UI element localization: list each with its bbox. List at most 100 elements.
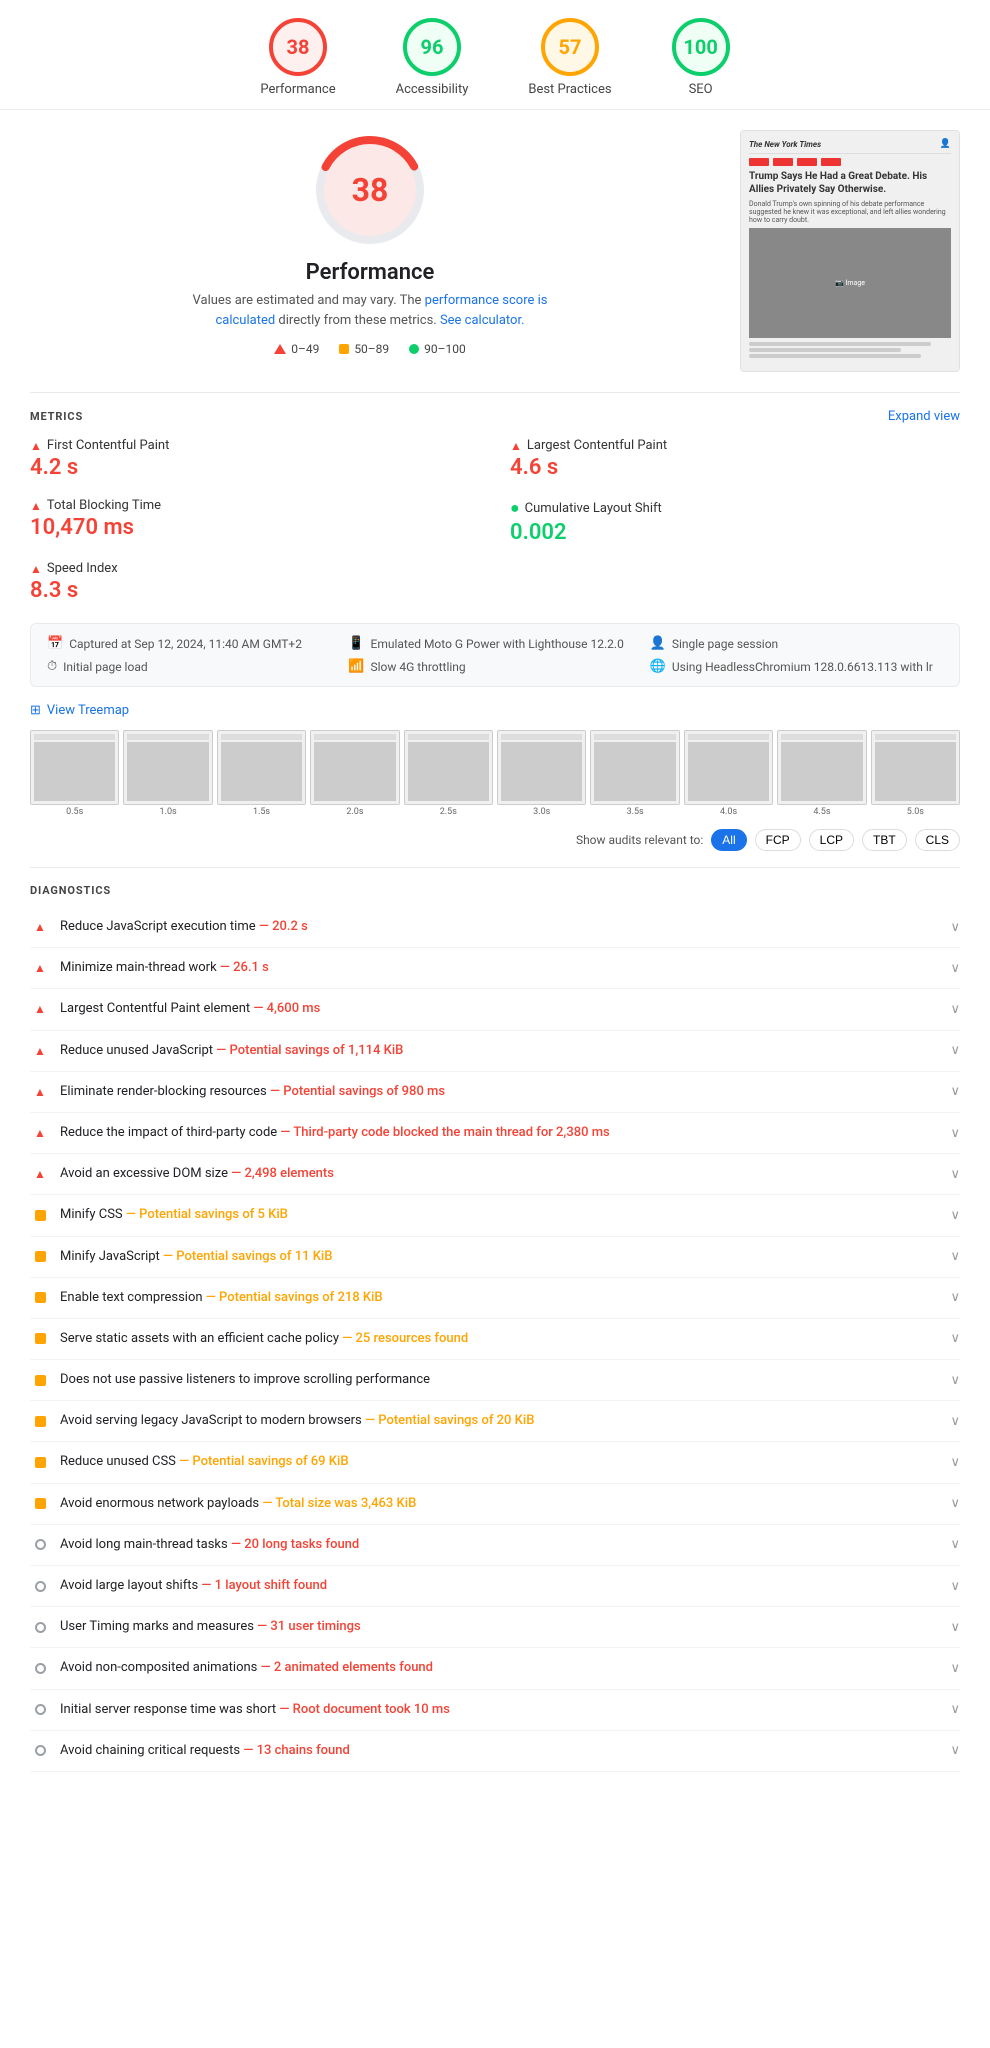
audit-item-18[interactable]: Avoid non-composited animations — 2 anim…	[30, 1648, 960, 1689]
expand-view-link[interactable]: Expand view	[888, 409, 960, 424]
metric-si-icon: ▲	[30, 562, 42, 576]
score-item-seo[interactable]: 100 SEO	[672, 18, 730, 97]
audit-icon-6: ▲	[34, 1167, 46, 1181]
perf-score-value: 38	[352, 171, 389, 209]
score-circle-accessibility: 96	[403, 18, 461, 76]
audit-item-6[interactable]: ▲ Avoid an excessive DOM size — 2,498 el…	[30, 1154, 960, 1195]
filmstrip-body-7	[688, 742, 769, 801]
info-bar: 📅 Captured at Sep 12, 2024, 11:40 AM GMT…	[30, 623, 960, 687]
audit-item-10[interactable]: Serve static assets with an efficient ca…	[30, 1319, 960, 1360]
metric-lcp: ▲ Largest Contentful Paint 4.6 s	[510, 438, 960, 480]
diagnostics-title: DIAGNOSTICS	[30, 884, 960, 897]
audit-item-9[interactable]: Enable text compression — Potential savi…	[30, 1278, 960, 1319]
audit-chevron-18: ∨	[950, 1661, 960, 1676]
audit-item-20[interactable]: Avoid chaining critical requests — 13 ch…	[30, 1731, 960, 1772]
audit-chevron-2: ∨	[950, 1002, 960, 1017]
audit-text-14: Avoid enormous network payloads — Total …	[60, 1495, 942, 1513]
audit-item-17[interactable]: User Timing marks and measures — 31 user…	[30, 1607, 960, 1648]
audit-item-5[interactable]: ▲ Reduce the impact of third-party code …	[30, 1113, 960, 1154]
view-treemap-link[interactable]: ⊞ View Treemap	[30, 703, 960, 718]
metric-lcp-name: ▲ Largest Contentful Paint	[510, 438, 960, 453]
mock-line-1	[749, 342, 931, 346]
audit-item-4[interactable]: ▲ Eliminate render-blocking resources — …	[30, 1072, 960, 1113]
performance-ring: 38	[310, 130, 430, 250]
score-circle-seo: 100	[672, 18, 730, 76]
audit-name-2: Largest Contentful Paint element	[60, 1001, 250, 1016]
audit-detail-3: — Potential savings of 1,114 KiB	[213, 1043, 403, 1058]
audit-icon-wrap-1: ▲	[30, 961, 50, 975]
info-browser: 🌐 Using HeadlessChromium 128.0.6613.113 …	[650, 659, 943, 674]
filter-btn-lcp[interactable]: LCP	[809, 829, 854, 851]
audit-icon-12	[35, 1416, 46, 1427]
audit-icon-5: ▲	[34, 1126, 46, 1140]
filmstrip-body-1	[127, 742, 208, 801]
audit-name-11: Does not use passive listeners to improv…	[60, 1372, 430, 1387]
filter-btn-all[interactable]: All	[711, 829, 746, 851]
filmstrip-time-1: 1.0s	[123, 807, 212, 817]
audit-item-1[interactable]: ▲ Minimize main-thread work — 26.1 s ∨	[30, 948, 960, 989]
audit-item-0[interactable]: ▲ Reduce JavaScript execution time — 20.…	[30, 907, 960, 948]
diagnostics-list: ▲ Reduce JavaScript execution time — 20.…	[30, 907, 960, 1772]
filmstrip-img-6	[590, 730, 679, 805]
audit-icon-wrap-15	[30, 1539, 50, 1550]
metric-fcp-icon: ▲	[30, 439, 42, 453]
audit-text-12: Avoid serving legacy JavaScript to moder…	[60, 1412, 942, 1430]
audit-chevron-0: ∨	[950, 920, 960, 935]
audit-item-7[interactable]: Minify CSS — Potential savings of 5 KiB …	[30, 1195, 960, 1236]
audit-item-3[interactable]: ▲ Reduce unused JavaScript — Potential s…	[30, 1031, 960, 1072]
filmstrip-body-8	[781, 742, 862, 801]
audit-item-15[interactable]: Avoid long main-thread tasks — 20 long t…	[30, 1525, 960, 1566]
audit-item-2[interactable]: ▲ Largest Contentful Paint element — 4,6…	[30, 989, 960, 1030]
filmstrip-time-0: 0.5s	[30, 807, 119, 817]
signal-icon: 📶	[348, 659, 364, 674]
audit-item-16[interactable]: Avoid large layout shifts — 1 layout shi…	[30, 1566, 960, 1607]
audit-item-13[interactable]: Reduce unused CSS — Potential savings of…	[30, 1442, 960, 1483]
audit-item-12[interactable]: Avoid serving legacy JavaScript to moder…	[30, 1401, 960, 1442]
score-label-best-practices: Best Practices	[528, 82, 611, 97]
audit-item-11[interactable]: Does not use passive listeners to improv…	[30, 1360, 960, 1401]
filter-btn-cls[interactable]: CLS	[915, 829, 960, 851]
score-label-seo: SEO	[689, 82, 713, 97]
filmstrip-header-4	[408, 734, 489, 740]
mock-nav	[749, 158, 951, 166]
calculator-link[interactable]: See calculator.	[440, 313, 525, 328]
audit-chevron-16: ∨	[950, 1579, 960, 1594]
filmstrip-frame-0: 0.5s	[30, 730, 119, 817]
score-circle-performance: 38	[269, 18, 327, 76]
audit-detail-18: — 2 animated elements found	[257, 1660, 433, 1675]
nyt-logo: The New York Times	[749, 140, 821, 149]
metric-lcp-value: 4.6 s	[510, 455, 960, 480]
filmstrip-img-8	[777, 730, 866, 805]
audit-item-19[interactable]: Initial server response time was short —…	[30, 1690, 960, 1731]
audit-icon-15	[35, 1539, 46, 1550]
audit-name-5: Reduce the impact of third-party code	[60, 1125, 277, 1140]
filter-btn-fcp[interactable]: FCP	[755, 829, 801, 851]
metrics-header: METRICS Expand view	[30, 409, 960, 424]
audit-item-14[interactable]: Avoid enormous network payloads — Total …	[30, 1484, 960, 1525]
audit-detail-6: — 2,498 elements	[228, 1166, 334, 1181]
audit-detail-16: — 1 layout shift found	[198, 1578, 327, 1593]
audit-icon-2: ▲	[34, 1002, 46, 1016]
audit-chevron-13: ∨	[950, 1455, 960, 1470]
audit-detail-1: — 26.1 s	[217, 960, 269, 975]
audit-icon-13	[35, 1457, 46, 1468]
score-label-accessibility: Accessibility	[396, 82, 469, 97]
audit-text-0: Reduce JavaScript execution time — 20.2 …	[60, 918, 942, 936]
score-item-performance[interactable]: 38 Performance	[260, 18, 335, 97]
score-item-best-practices[interactable]: 57 Best Practices	[528, 18, 611, 97]
audit-icon-11	[35, 1375, 46, 1386]
metric-fcp-value: 4.2 s	[30, 455, 480, 480]
audit-icon-wrap-5: ▲	[30, 1126, 50, 1140]
audit-item-8[interactable]: Minify JavaScript — Potential savings of…	[30, 1237, 960, 1278]
audit-name-16: Avoid large layout shifts	[60, 1578, 198, 1593]
score-item-accessibility[interactable]: 96 Accessibility	[396, 18, 469, 97]
filter-btn-tbt[interactable]: TBT	[862, 829, 907, 851]
audit-text-9: Enable text compression — Potential savi…	[60, 1289, 942, 1307]
mock-line-2	[749, 348, 901, 352]
legend-pass: 90–100	[409, 342, 466, 356]
filmstrip-body-4	[408, 742, 489, 801]
audit-name-20: Avoid chaining critical requests	[60, 1743, 240, 1758]
info-session: 👤 Single page session	[650, 636, 943, 651]
audit-chevron-11: ∨	[950, 1373, 960, 1388]
audit-chevron-5: ∨	[950, 1126, 960, 1141]
